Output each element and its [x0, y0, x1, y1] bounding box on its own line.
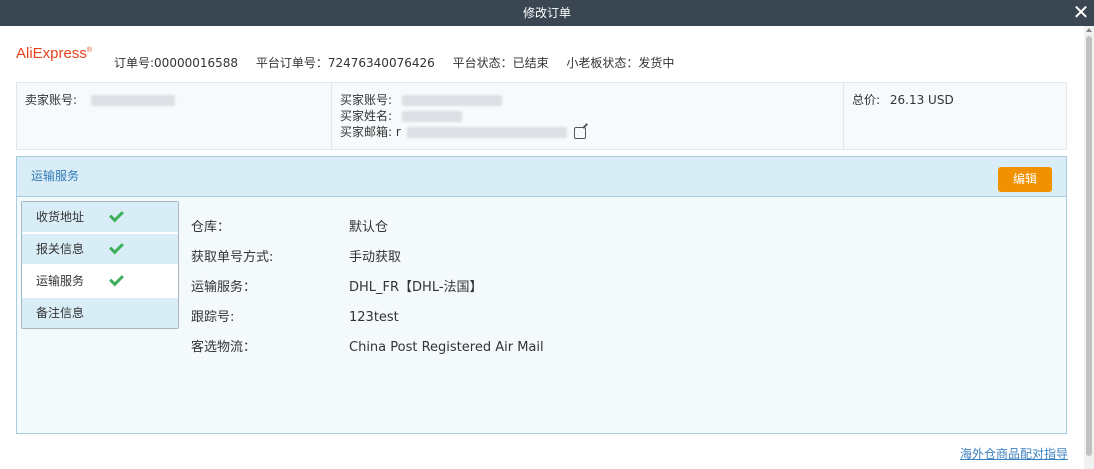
order-meta-bar: 订单号:00000016588 平台订单号：72476340076426 平台状… — [114, 54, 688, 71]
section-tabs: 收货地址 报关信息 运输服务 备注信息 — [21, 201, 179, 329]
field-value: 默认仓 — [349, 220, 389, 235]
field-value: 123test — [349, 310, 399, 325]
field-row-warehouse: 仓库： 默认仓 — [191, 217, 891, 247]
tab-shipping-service[interactable]: 运输服务 — [22, 266, 178, 298]
scroll-up-arrow-icon[interactable] — [1086, 28, 1092, 32]
check-icon — [109, 239, 124, 255]
total-column: 总价: 26.13 USD — [844, 83, 1066, 149]
vertical-scrollbar[interactable] — [1084, 26, 1094, 469]
shipping-panel: 运输服务 编辑 收货地址 报关信息 运输服务 备注信息 仓库： 默认仓 获取单号… — [16, 156, 1067, 434]
tab-label: 备注信息 — [36, 306, 85, 320]
field-label: 跟踪号: — [191, 310, 235, 325]
edit-email-icon[interactable] — [574, 126, 587, 139]
tab-customs-info[interactable]: 报关信息 — [22, 234, 178, 266]
field-value: China Post Registered Air Mail — [349, 340, 544, 355]
field-label: 获取单号方式: — [191, 250, 274, 265]
total-value: 26.13 USD — [889, 93, 954, 107]
aliexpress-logo: AliExpress® — [16, 45, 92, 62]
buyer-account-label: 买家账号: — [340, 93, 393, 107]
buyer-email-prefix: r — [395, 125, 401, 139]
check-icon — [109, 207, 124, 223]
field-label: 客选物流： — [191, 340, 257, 355]
shipping-panel-title: 运输服务 — [31, 169, 80, 183]
logo-express-text: Express — [32, 45, 87, 62]
field-row-tracking-method: 获取单号方式: 手动获取 — [191, 247, 891, 277]
seller-account-label: 卖家账号: — [25, 93, 78, 107]
order-number: 订单号:00000016588 — [114, 56, 239, 70]
field-value: 手动获取 — [349, 250, 402, 265]
total-label: 总价: — [852, 93, 881, 107]
field-label: 仓库： — [191, 220, 231, 235]
check-icon — [109, 271, 124, 287]
buyer-account-redacted — [401, 95, 502, 106]
small-board-status: 小老板状态：发货中 — [566, 56, 675, 70]
tab-remarks[interactable]: 备注信息 — [22, 298, 178, 328]
shipping-panel-header: 运输服务 编辑 — [17, 157, 1066, 197]
platform-order-number: 平台订单号：72476340076426 — [255, 56, 435, 70]
edit-button[interactable]: 编辑 — [998, 167, 1052, 192]
close-icon[interactable]: ✕ — [1070, 0, 1092, 26]
buyer-email-redacted — [406, 127, 567, 138]
field-value: DHL_FR【DHL-法国】 — [349, 280, 483, 295]
tab-label: 报关信息 — [36, 242, 85, 256]
field-label: 运输服务： — [191, 280, 257, 295]
buyer-email-label: 买家邮箱: — [340, 125, 393, 139]
scrollbar-thumb[interactable] — [1086, 36, 1092, 456]
field-row-shipping-service: 运输服务： DHL_FR【DHL-法国】 — [191, 277, 891, 307]
buyer-name-redacted — [401, 111, 462, 122]
order-info-table: 卖家账号: 买家账号: 买家姓名: 买家邮箱: r 总价: 26.13 USD — [16, 82, 1067, 150]
tab-label: 收货地址 — [36, 210, 85, 224]
tab-shipping-address[interactable]: 收货地址 — [22, 202, 178, 234]
logo-ali-text: Ali — [16, 45, 33, 62]
logo-registered-mark: ® — [86, 47, 93, 54]
field-row-customer-logistics: 客选物流： China Post Registered Air Mail — [191, 337, 891, 367]
buyer-column: 买家账号: 买家姓名: 买家邮箱: r — [332, 83, 844, 149]
shipping-fields: 仓库： 默认仓 获取单号方式: 手动获取 运输服务： DHL_FR【DHL-法国… — [191, 217, 891, 367]
dialog-title: 修改订单 — [522, 6, 571, 20]
overseas-warehouse-guide-link[interactable]: 海外仓商品配对指导 — [960, 445, 1068, 462]
tab-label: 运输服务 — [36, 274, 85, 288]
seller-column: 卖家账号: — [17, 83, 332, 149]
buyer-name-label: 买家姓名: — [340, 109, 393, 123]
seller-account-redacted — [90, 95, 175, 106]
dialog-titlebar: 修改订单 ✕ — [0, 0, 1094, 26]
platform-status: 平台状态：已结束 — [452, 56, 549, 70]
